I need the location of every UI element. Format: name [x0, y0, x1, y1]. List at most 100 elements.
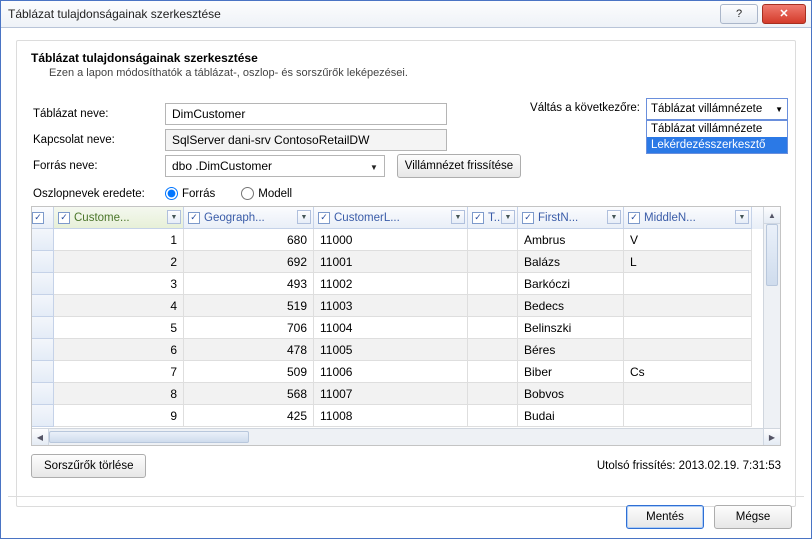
cell[interactable]: 9 — [54, 405, 184, 427]
filter-icon[interactable]: ▼ — [501, 210, 515, 224]
cancel-button[interactable]: Mégse — [714, 505, 792, 529]
cell[interactable]: 11007 — [314, 383, 468, 405]
refresh-preview-button[interactable]: Villámnézet frissítése — [397, 154, 521, 178]
row-header[interactable] — [32, 273, 54, 295]
cell[interactable] — [468, 251, 518, 273]
col-header-firstname[interactable]: ✓FirstN...▼ — [518, 207, 624, 229]
cell[interactable]: 11004 — [314, 317, 468, 339]
row-header[interactable] — [32, 405, 54, 427]
grid-corner[interactable]: ✓ — [32, 207, 54, 229]
cell[interactable]: Biber — [518, 361, 624, 383]
col-header-customerl[interactable]: ✓CustomerL...▼ — [314, 207, 468, 229]
cell[interactable]: Budai — [518, 405, 624, 427]
switch-option-table[interactable]: Táblázat villámnézete — [647, 121, 787, 137]
cell[interactable]: 706 — [184, 317, 314, 339]
cell[interactable]: 493 — [184, 273, 314, 295]
switch-view-combo[interactable]: Táblázat villámnézete ▼ Táblázat villámn… — [646, 98, 788, 154]
cell[interactable]: 680 — [184, 229, 314, 251]
cell[interactable]: 509 — [184, 361, 314, 383]
help-button[interactable]: ? — [720, 4, 758, 24]
cell[interactable] — [468, 295, 518, 317]
table-row[interactable]: 168011000AmbrusV — [32, 229, 763, 251]
cell[interactable]: V — [624, 229, 752, 251]
row-header[interactable] — [32, 361, 54, 383]
cell[interactable] — [468, 361, 518, 383]
table-row[interactable]: 349311002Barkóczi — [32, 273, 763, 295]
cell[interactable] — [468, 405, 518, 427]
cell[interactable]: Belinszki — [518, 317, 624, 339]
row-header[interactable] — [32, 317, 54, 339]
cell[interactable] — [624, 273, 752, 295]
radio-source[interactable]: Forrás — [165, 187, 215, 200]
row-header[interactable] — [32, 229, 54, 251]
table-row[interactable]: 942511008 Budai — [32, 405, 763, 427]
cell[interactable]: L — [624, 251, 752, 273]
row-header[interactable] — [32, 251, 54, 273]
cell[interactable]: 11003 — [314, 295, 468, 317]
cell[interactable]: 568 — [184, 383, 314, 405]
close-button[interactable]: ✕ — [762, 4, 806, 24]
table-row[interactable]: 856811007Bobvos — [32, 383, 763, 405]
cell[interactable] — [624, 295, 752, 317]
radio-model[interactable]: Modell — [241, 187, 292, 200]
cell[interactable] — [468, 229, 518, 251]
filter-icon[interactable]: ▼ — [451, 210, 465, 224]
cell[interactable]: 692 — [184, 251, 314, 273]
cell[interactable]: 425 — [184, 405, 314, 427]
cell[interactable]: 11008 — [314, 405, 468, 427]
cell[interactable]: Béres — [518, 339, 624, 361]
table-row[interactable]: 269211001 BalázsL — [32, 251, 763, 273]
cell[interactable]: Bedecs — [518, 295, 624, 317]
scroll-thumb[interactable] — [766, 224, 778, 286]
col-header-geography[interactable]: ✓Geograph...▼ — [184, 207, 314, 229]
cell[interactable] — [624, 405, 752, 427]
cell[interactable]: 8 — [54, 383, 184, 405]
scroll-right-icon[interactable]: ▶ — [763, 429, 780, 445]
table-row[interactable]: 647811005 Béres — [32, 339, 763, 361]
table-name-input[interactable]: DimCustomer — [165, 103, 447, 125]
cell[interactable]: Barkóczi — [518, 273, 624, 295]
cell[interactable]: 6 — [54, 339, 184, 361]
cell[interactable] — [624, 317, 752, 339]
table-row[interactable]: 570611004 Belinszki — [32, 317, 763, 339]
cell[interactable] — [468, 339, 518, 361]
horizontal-scrollbar[interactable]: ◀ ▶ — [32, 428, 780, 445]
cell[interactable] — [468, 317, 518, 339]
cell[interactable]: 5 — [54, 317, 184, 339]
cell[interactable]: 11005 — [314, 339, 468, 361]
cell[interactable] — [624, 339, 752, 361]
cell[interactable]: 519 — [184, 295, 314, 317]
cell[interactable]: Balázs — [518, 251, 624, 273]
row-header[interactable] — [32, 383, 54, 405]
cell[interactable] — [468, 273, 518, 295]
cell[interactable]: 1 — [54, 229, 184, 251]
cell[interactable]: Ambrus — [518, 229, 624, 251]
filter-icon[interactable]: ▼ — [607, 210, 621, 224]
select-all-checkbox[interactable]: ✓ — [32, 212, 44, 224]
clear-row-filters-button[interactable]: Sorszűrők törlése — [31, 454, 146, 478]
switch-option-query[interactable]: Lekérdezésszerkesztő — [647, 137, 787, 153]
vertical-scrollbar[interactable]: ▲ — [763, 207, 780, 428]
radio-model-input[interactable] — [241, 187, 254, 200]
scroll-left-icon[interactable]: ◀ — [32, 429, 49, 445]
save-button[interactable]: Mentés — [626, 505, 704, 529]
col-header-middlename[interactable]: ✓MiddleN...▼ — [624, 207, 752, 229]
radio-source-input[interactable] — [165, 187, 178, 200]
row-header[interactable] — [32, 295, 54, 317]
cell[interactable]: 11006 — [314, 361, 468, 383]
filter-icon[interactable]: ▼ — [735, 210, 749, 224]
filter-icon[interactable]: ▼ — [297, 210, 311, 224]
scroll-thumb[interactable] — [49, 431, 249, 443]
table-row[interactable]: 451911003Bedecs — [32, 295, 763, 317]
cell[interactable]: Cs — [624, 361, 752, 383]
source-name-combo[interactable]: dbo .DimCustomer ▼ — [165, 155, 385, 177]
cell[interactable]: 3 — [54, 273, 184, 295]
cell[interactable]: 7 — [54, 361, 184, 383]
cell[interactable]: 2 — [54, 251, 184, 273]
col-header-t[interactable]: ✓T...▼ — [468, 207, 518, 229]
cell[interactable]: 11001 — [314, 251, 468, 273]
cell[interactable] — [624, 383, 752, 405]
cell[interactable] — [468, 383, 518, 405]
cell[interactable]: 478 — [184, 339, 314, 361]
scroll-up-icon[interactable]: ▲ — [764, 207, 780, 224]
